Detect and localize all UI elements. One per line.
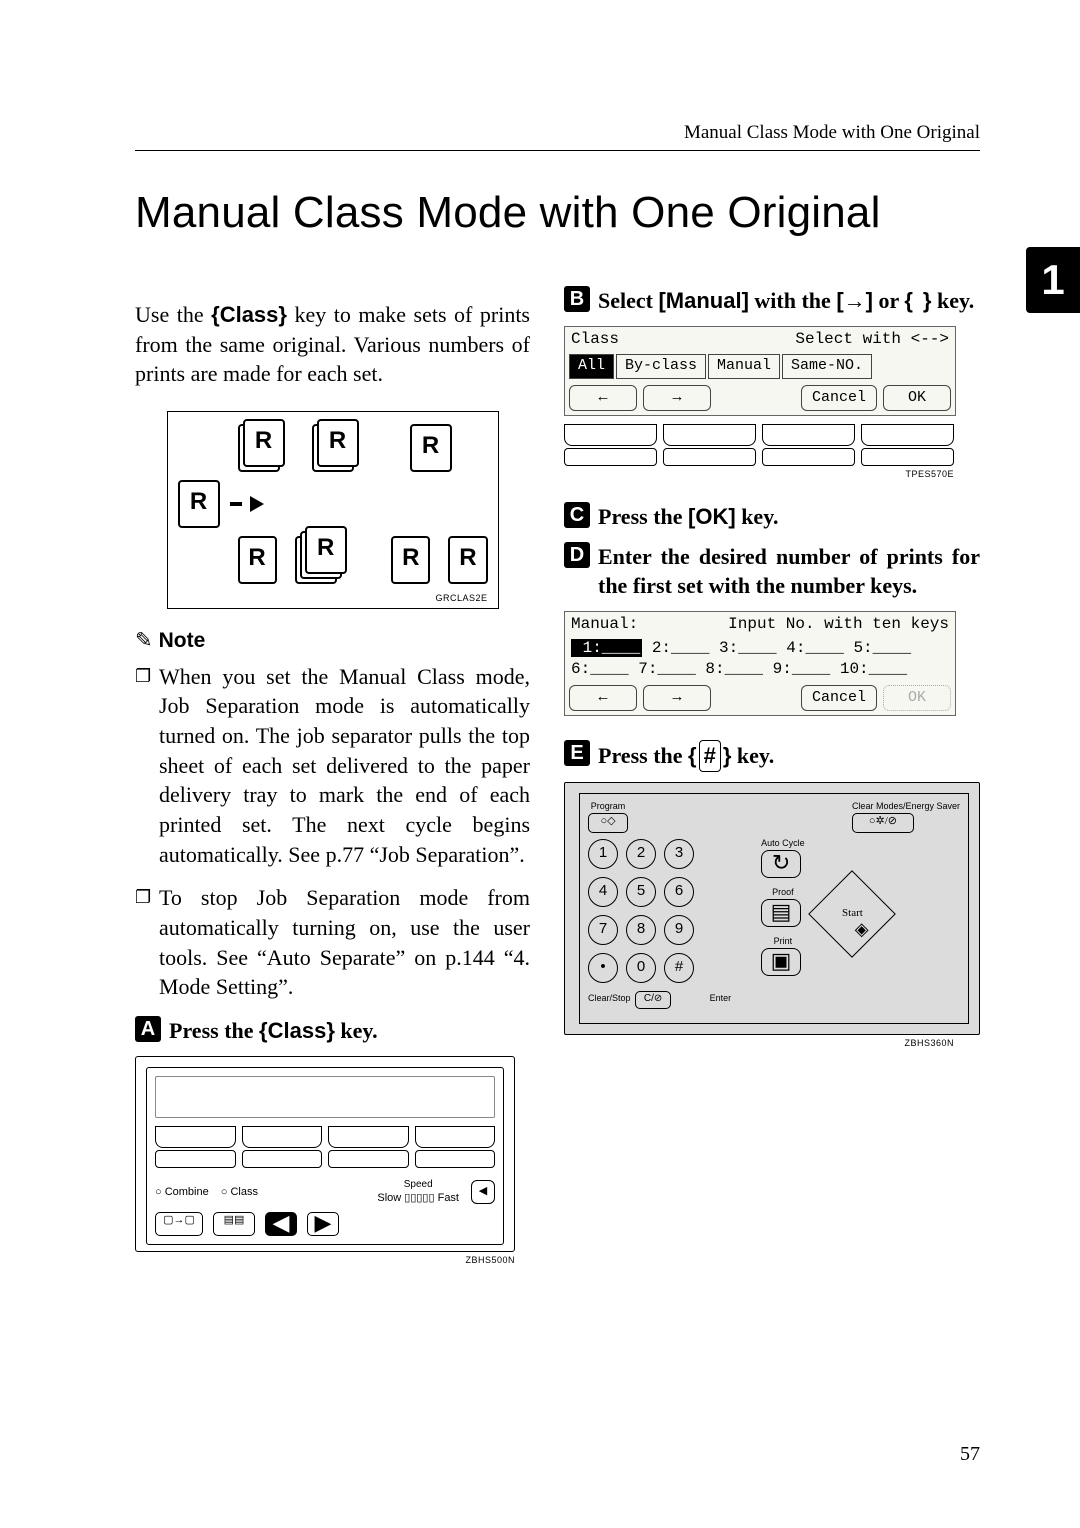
lcd-display-class: Class Select with <--> All By-class Manu… [564, 326, 956, 416]
kp-program-label: Program [588, 802, 628, 811]
soft-left[interactable]: ← [569, 385, 637, 411]
chapter-tab: 1 [1026, 247, 1080, 313]
key-0[interactable]: 0 [626, 953, 656, 983]
panel1-combine: Combine [165, 1186, 209, 1198]
key-5[interactable]: 5 [626, 877, 656, 907]
running-header: Manual Class Mode with One Original [135, 120, 980, 151]
key-9[interactable]: 9 [664, 915, 694, 945]
step1-b: key. [335, 1018, 378, 1043]
class-mode-illustration: RR RR R R R RRR R R GRCLAS2E [167, 411, 499, 609]
tab-sameno[interactable]: Same-NO. [782, 354, 872, 378]
disp2-hint: Input No. with ten keys [728, 614, 949, 636]
key-hash[interactable]: # [664, 953, 694, 983]
kp-print-label: Print [761, 937, 805, 946]
disp2-title: Manual: [571, 614, 638, 636]
kp-id: ZBHS360N [564, 1037, 954, 1049]
soft2-ok: OK [883, 685, 951, 711]
proof-button[interactable]: ▤ [761, 899, 801, 927]
num-keypad-illustration: Program ○◇ Clear Modes/Energy Saver ○✲/⊘… [564, 782, 980, 1035]
intro-a: Use the [135, 302, 211, 327]
note-list: When you set the Manual Class mode, Job … [135, 662, 530, 1003]
kp-enter-label: Enter [710, 993, 732, 1003]
hash-key-icon: # [699, 740, 721, 772]
key-1[interactable]: 1 [588, 839, 618, 869]
tab-byclass[interactable]: By-class [616, 354, 706, 378]
tab-all[interactable]: All [569, 354, 614, 378]
start-button[interactable]: Start [808, 870, 896, 958]
illus1-id: GRCLAS2E [178, 592, 488, 604]
step2-c: or [873, 288, 904, 313]
disp1-id: TPES570E [564, 468, 954, 480]
key-8[interactable]: 8 [626, 915, 656, 945]
step-2: B Select [Manual] with the [→] or {} key… [564, 286, 980, 316]
kp-clearstop-label: Clear/Stop [588, 993, 631, 1003]
disp1-hint: Select with <--> [795, 329, 949, 351]
step-1: A Press the {Class} key. [135, 1016, 530, 1046]
print-button[interactable]: ▣ [761, 948, 801, 976]
page-number: 57 [960, 1441, 980, 1468]
step-badge-4: D [564, 542, 590, 568]
panel1-fast: Fast [438, 1192, 459, 1204]
intro-paragraph: Use the {Class} key to make sets of prin… [135, 300, 530, 389]
lcd-display-manual: Manual: Input No. with ten keys 1:____ 2… [564, 611, 956, 716]
key-7[interactable]: 7 [588, 915, 618, 945]
panel1-slow: Slow [377, 1192, 401, 1204]
step-badge-2: B [564, 286, 590, 312]
soft-right[interactable]: → [643, 385, 711, 411]
step4-text: Enter the desired number of prints for t… [598, 542, 980, 601]
key-3[interactable]: 3 [664, 839, 694, 869]
key-4[interactable]: 4 [588, 877, 618, 907]
step2-key1: [Manual] [658, 288, 748, 313]
soft-ok[interactable]: OK [883, 385, 951, 411]
key-6[interactable]: 6 [664, 877, 694, 907]
step2-b: with the [749, 288, 836, 313]
panel1-class: Class [230, 1186, 258, 1198]
step-4: D Enter the desired number of prints for… [564, 542, 980, 601]
soft2-right[interactable]: → [643, 685, 711, 711]
key-2[interactable]: 2 [626, 839, 656, 869]
step-3: C Press the [OK] key. [564, 502, 980, 532]
soft-cancel[interactable]: Cancel [801, 385, 877, 411]
step5-b: key. [731, 743, 774, 768]
soft2-left[interactable]: ← [569, 685, 637, 711]
panel1-id: ZBHS500N [135, 1254, 515, 1266]
step3-text: Press the [OK] key. [598, 504, 778, 529]
disp2-line2: 6:____ 7:____ 8:____ 9:____ 10:____ [571, 659, 949, 681]
autocycle-button[interactable]: ↻ [761, 850, 801, 878]
note-heading: Note [135, 627, 530, 655]
step1-key: Class [268, 1018, 327, 1043]
note-item-1: When you set the Manual Class mode, Job … [135, 662, 530, 870]
disp1-title: Class [571, 329, 619, 351]
note-item-2: To stop Job Separation mode from automat… [135, 883, 530, 1002]
panel1-speed: Speed [377, 1178, 459, 1192]
step-badge-3: C [564, 502, 590, 528]
step2-key2: [→] [836, 288, 873, 313]
control-panel-illustration-1: ○ Combine ○ Class Speed Slow ▯▯▯▯▯ Fast … [135, 1056, 515, 1266]
tab-manual[interactable]: Manual [708, 354, 780, 378]
step2-d: key. [931, 288, 974, 313]
step-badge-1: A [135, 1016, 161, 1042]
class-key-label: Class [220, 302, 279, 327]
kp-clearmodes-label: Clear Modes/Energy Saver [852, 802, 960, 811]
step2-a: Select [598, 288, 658, 313]
step-5: E Press the {#} key. [564, 740, 980, 772]
soft2-cancel[interactable]: Cancel [801, 685, 877, 711]
kp-proof-label: Proof [761, 888, 805, 897]
disp2-line1-rest: 2:____ 3:____ 4:____ 5:____ [642, 639, 911, 657]
kp-auto-label: Auto Cycle [761, 839, 805, 848]
step5-a: Press the [598, 743, 688, 768]
step-badge-5: E [564, 740, 590, 766]
key-dot[interactable]: • [588, 953, 618, 983]
page-title: Manual Class Mode with One Original [135, 183, 980, 242]
step1-a: Press the [169, 1018, 259, 1043]
